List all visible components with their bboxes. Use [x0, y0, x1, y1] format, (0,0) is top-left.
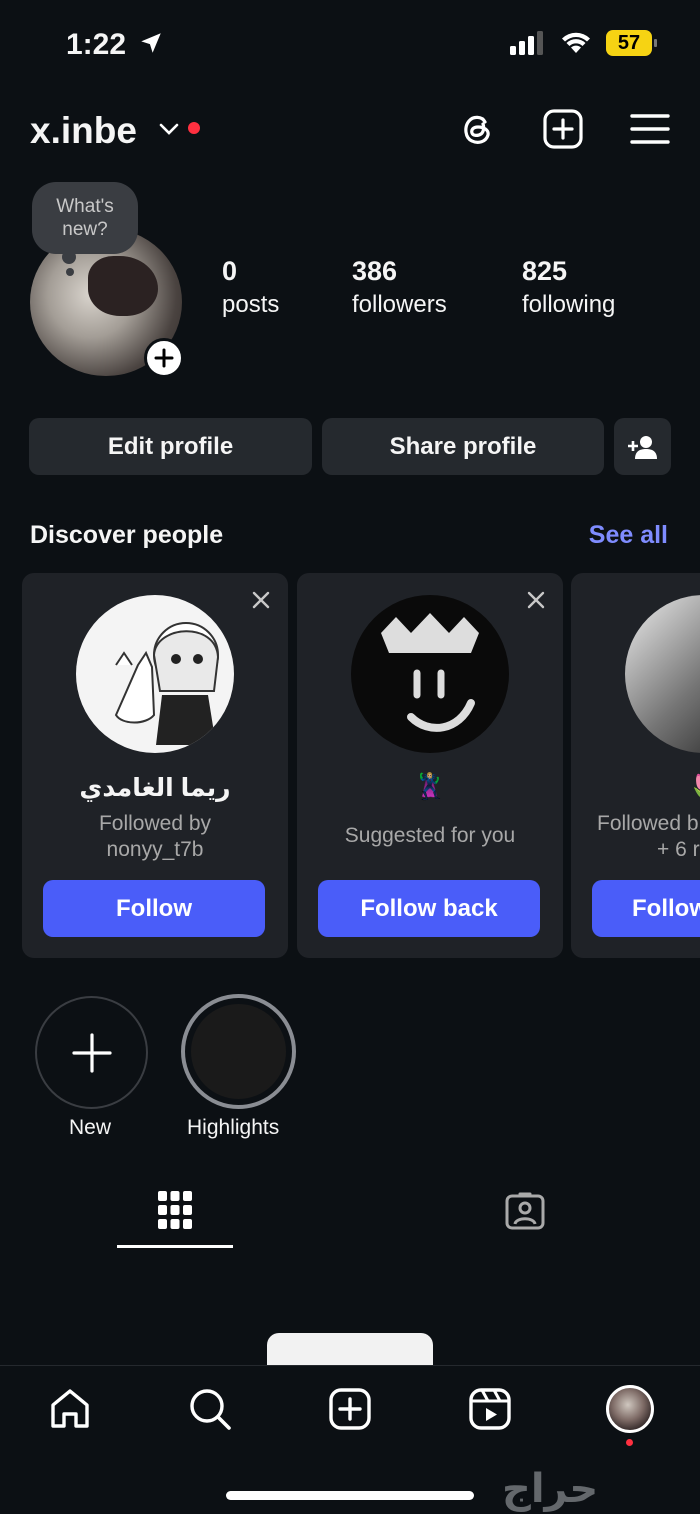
follow-button[interactable]: Follow	[592, 880, 700, 937]
follow-button[interactable]: Follow	[43, 880, 265, 937]
add-person-icon	[627, 435, 657, 459]
profile-username[interactable]: x.inbe	[30, 110, 137, 152]
suggestion-reason-line: Suggested for you	[344, 824, 516, 847]
suggestion-avatar[interactable]	[76, 595, 234, 753]
reels-icon[interactable]	[468, 1387, 512, 1431]
edit-profile-button[interactable]: Edit profile	[29, 418, 312, 475]
home-icon[interactable]	[48, 1387, 92, 1431]
plus-icon	[154, 348, 174, 368]
suggestion-name: ريما الغامدي	[79, 774, 231, 802]
crown-smiley-illustration	[381, 613, 479, 732]
profile-nav-avatar[interactable]	[606, 1385, 654, 1433]
suggestion-reason: Followed by nonyy_t7b	[22, 811, 288, 863]
chevron-down-icon[interactable]	[158, 118, 180, 140]
highlight-circle[interactable]	[181, 994, 296, 1109]
add-story-button[interactable]	[144, 338, 184, 378]
suggestion-reason-line: nonyy_t7b	[106, 838, 204, 861]
suggestion-reason-line: + 6 r	[657, 838, 700, 861]
discover-people-button[interactable]	[614, 418, 671, 475]
suggestion-avatar[interactable]	[625, 595, 700, 753]
battery-indicator: 57	[606, 30, 657, 56]
watermark-logo: حراج	[502, 1466, 599, 1512]
stat-value: 386	[352, 256, 398, 286]
stat-label: followers	[352, 291, 447, 318]
suggestion-card[interactable]: 🦹🏼‍♀️ Suggested for you Follow back	[297, 573, 563, 958]
home-indicator	[226, 1491, 474, 1500]
stat-following[interactable]: 825 following	[522, 256, 615, 319]
anime-avatar-illustration	[114, 622, 220, 745]
status-indicators: 57	[510, 30, 657, 56]
stat-value: 825	[522, 256, 568, 286]
threads-icon[interactable]	[456, 108, 498, 150]
status-time: 1:22	[66, 28, 164, 62]
follow-back-button[interactable]: Follow back	[318, 880, 540, 937]
note-bubble-tail	[66, 268, 74, 276]
notification-dot	[188, 122, 200, 134]
dismiss-icon[interactable]	[527, 591, 545, 609]
suggestion-reason: Suggested for you	[297, 823, 563, 849]
suggestion-reason: Followed b + 6 r	[571, 811, 700, 863]
discover-people-title: Discover people	[30, 521, 224, 549]
suggestion-name: 🦹🏼‍♀️	[414, 773, 446, 801]
highlight-label: Highlights	[187, 1116, 280, 1139]
stat-label: posts	[222, 291, 280, 318]
search-icon[interactable]	[188, 1387, 232, 1431]
suggestion-card[interactable]: 🌷 Followed b + 6 r Follow	[571, 573, 700, 958]
dismiss-icon[interactable]	[252, 591, 270, 609]
note-bubble[interactable]: What's new?	[32, 182, 138, 254]
active-tab-indicator	[117, 1245, 233, 1248]
grid-tab-icon[interactable]	[158, 1191, 192, 1229]
plus-icon	[71, 1032, 112, 1073]
new-highlight-button[interactable]	[35, 996, 148, 1109]
suggestion-avatar[interactable]	[351, 595, 509, 753]
profile-notification-dot	[626, 1439, 633, 1446]
tagged-tab-icon[interactable]	[504, 1191, 546, 1231]
suggestion-card[interactable]: ريما الغامدي Followed by nonyy_t7b Follo…	[22, 573, 288, 958]
stat-value: 0	[222, 256, 238, 286]
create-icon[interactable]	[328, 1387, 372, 1431]
stat-label: following	[522, 291, 616, 318]
see-all-link[interactable]: See all	[589, 521, 668, 550]
cellular-signal-icon	[510, 31, 543, 55]
share-profile-button[interactable]: Share profile	[322, 418, 604, 475]
suggestion-reason-line: Followed by	[98, 812, 212, 835]
suggestion-name: 🌷	[571, 773, 700, 802]
menu-icon[interactable]	[629, 108, 671, 150]
wifi-icon	[562, 32, 590, 53]
create-post-icon[interactable]	[542, 108, 584, 150]
stat-posts[interactable]: 0 posts	[222, 256, 279, 319]
new-highlight-label: New	[69, 1116, 112, 1139]
location-arrow-icon	[141, 33, 162, 53]
highlight-cover	[191, 1004, 286, 1099]
stat-followers[interactable]: 386 followers	[352, 256, 447, 319]
follow-button-label: Follow	[632, 894, 700, 922]
suggestion-reason-line: Followed b	[597, 812, 699, 835]
